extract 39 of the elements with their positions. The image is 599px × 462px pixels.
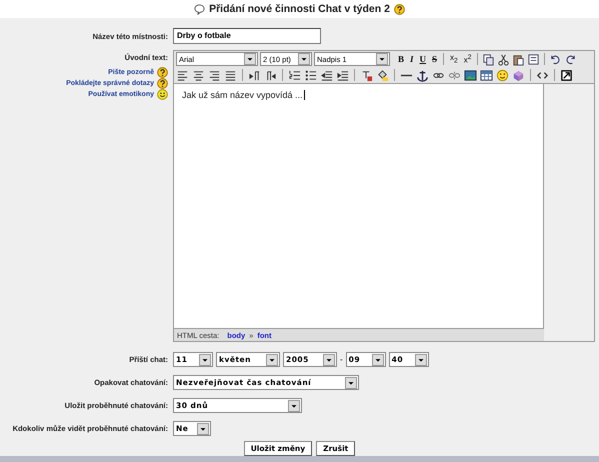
help-icon[interactable] — [157, 78, 168, 90]
indent-icon[interactable] — [336, 68, 349, 82]
image-icon[interactable] — [464, 68, 477, 82]
scissors-icon[interactable] — [497, 52, 510, 66]
table-icon[interactable] — [480, 68, 493, 82]
format-button[interactable]: U — [418, 52, 428, 66]
name-input[interactable]: Drby o fotbale — [173, 28, 321, 44]
script-button[interactable]: x$^{2}$ — [462, 52, 474, 66]
undo-icon[interactable] — [549, 52, 562, 66]
align-right-icon[interactable] — [208, 68, 221, 82]
left-to-right-icon[interactable] — [248, 68, 261, 82]
justify-icon[interactable] — [224, 68, 237, 82]
align-left-icon[interactable] — [176, 68, 189, 82]
format-button[interactable]: B — [396, 52, 406, 66]
redo-icon[interactable] — [564, 52, 578, 66]
date-time-separator: - — [340, 355, 343, 364]
script-button[interactable]: x$_{2}$ — [448, 52, 460, 66]
help-icon[interactable] — [394, 4, 405, 15]
text-cursor — [304, 90, 305, 100]
smiley-icon[interactable] — [496, 68, 509, 82]
anchor-icon[interactable] — [416, 68, 429, 82]
background-color-icon[interactable] — [376, 68, 389, 82]
speech-bubble-icon — [194, 4, 206, 15]
copy-icon[interactable] — [482, 52, 496, 66]
text-color-icon[interactable] — [360, 68, 373, 82]
smiley-icon[interactable] — [157, 89, 168, 100]
format-button[interactable]: S — [430, 52, 440, 66]
text-area[interactable]: Jak už sám název vypovídá ... — [174, 84, 544, 328]
paste-text-icon[interactable] — [527, 52, 540, 66]
outdent-icon[interactable] — [320, 68, 333, 82]
help-icon[interactable] — [157, 67, 168, 78]
numbered-list-icon[interactable] — [288, 68, 301, 82]
fullscreen-icon[interactable] — [560, 68, 573, 82]
align-center-icon[interactable] — [192, 68, 205, 82]
format-button[interactable]: I — [408, 52, 416, 66]
clipboard-icon[interactable] — [512, 52, 526, 66]
page-title: Přidání nové činnosti Chat v týden 2 — [209, 3, 390, 16]
bullet-list-icon[interactable] — [304, 68, 317, 82]
editor-content: Jak už sám název vypovídá ... — [182, 90, 303, 100]
